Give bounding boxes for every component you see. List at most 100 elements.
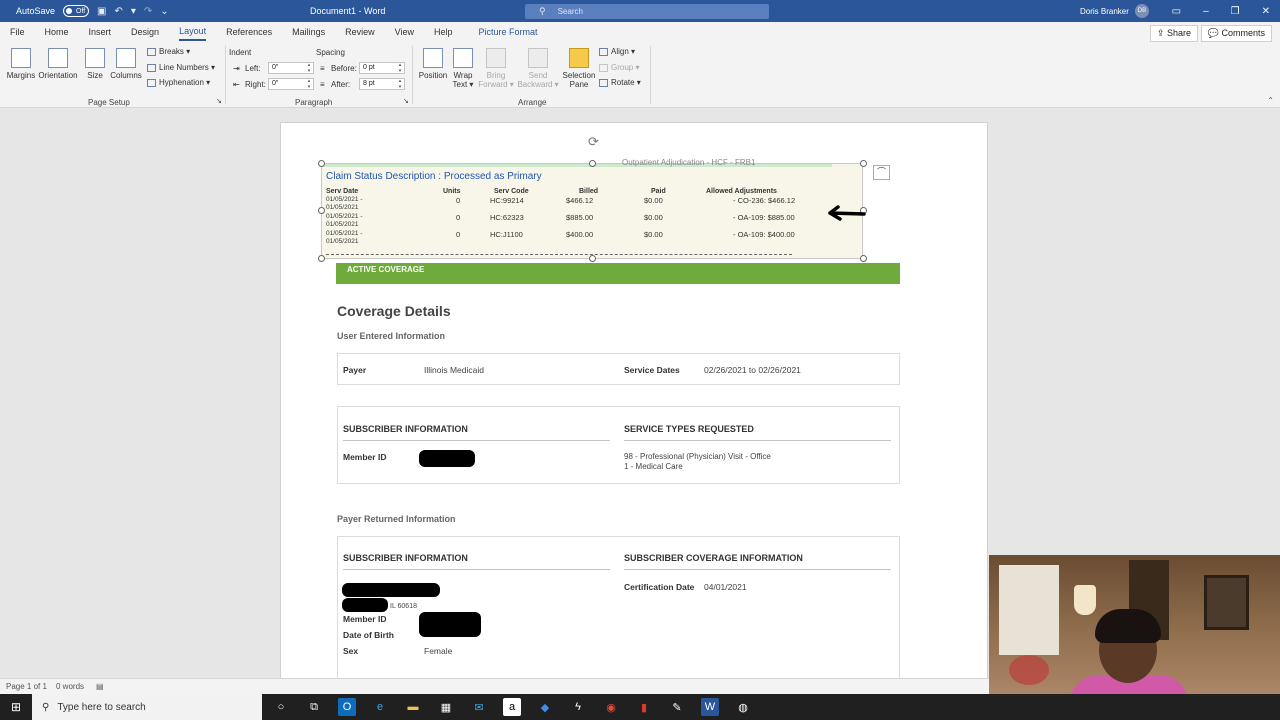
tab-review[interactable]: Review [345,24,375,40]
orientation-button[interactable]: Orientation [38,48,78,80]
redo-icon[interactable]: ↷ [144,6,152,17]
collapse-ribbon-icon[interactable]: ⌃ [1267,96,1274,105]
spacing-before-input[interactable]: 0 pt [359,62,405,74]
align-button[interactable]: Align ▾ [599,47,635,56]
service-dates-label: Service Dates [624,365,680,375]
acrobat-icon[interactable]: ▮ [635,698,653,716]
send-backward-button[interactable]: Send Backward ▾ [516,48,560,89]
resize-handle-bottom[interactable] [589,255,596,262]
tab-picture-format[interactable]: Picture Format [479,24,538,40]
autosave-label: AutoSave [16,6,56,16]
paragraph-launcher-icon[interactable]: ↘ [403,97,409,105]
bring-forward-button[interactable]: Bring Forward ▾ [477,48,515,89]
position-label: Position [418,71,448,80]
columns-button[interactable]: Columns [109,48,143,80]
indent-left-input[interactable]: 0" [268,62,314,74]
save-icon[interactable]: ▣ [97,6,106,17]
autosave-toggle[interactable]: Off [63,5,90,17]
windows-start-icon[interactable]: ⊞ [0,700,32,714]
tab-view[interactable]: View [395,24,414,40]
search-box[interactable]: ⚲ Search [525,4,769,19]
paint-icon[interactable]: ✎ [668,698,686,716]
claim-status-picture[interactable]: Outpatient Adjudication - HCF - FRB1 Cla… [321,158,863,259]
user-entered-heading: User Entered Information [337,331,446,341]
page-setup-launcher-icon[interactable]: ↘ [216,97,222,105]
margins-icon [11,48,31,68]
row3-date-from: 01/05/2021 - [326,230,363,237]
resize-handle-top-left[interactable] [318,160,325,167]
app-icon[interactable]: ϟ [569,698,587,716]
bring-forward-label-2: Forward [478,80,508,89]
hyphenation-button[interactable]: Hyphenation ▾ [147,78,210,87]
undo-dropdown-icon[interactable]: ▾ [131,6,136,17]
dropbox-icon[interactable]: ◆ [536,698,554,716]
tab-layout[interactable]: Layout [179,23,207,41]
cortana-icon[interactable]: ○ [272,698,290,716]
autosave-state: Off [76,7,86,15]
taskbar-search[interactable]: ⚲ Type here to search [32,694,262,720]
comments-button[interactable]: 💬 Comments [1200,25,1272,42]
resize-handle-left[interactable] [318,207,325,214]
resize-handle-bottom-right[interactable] [860,255,867,262]
resize-handle-top[interactable] [589,160,596,167]
minimize-icon[interactable]: – [1203,6,1209,17]
tab-help[interactable]: Help [434,24,453,40]
resize-handle-top-right[interactable] [860,160,867,167]
tab-mailings[interactable]: Mailings [292,24,325,40]
obs-icon[interactable]: ◍ [734,698,752,716]
coverage-details-heading: Coverage Details [337,303,451,319]
task-view-icon[interactable]: ⧉ [305,698,323,716]
tab-design[interactable]: Design [131,24,159,40]
rotate-handle-icon[interactable]: ⟳ [588,134,599,150]
restore-icon[interactable]: ❐ [1231,6,1240,17]
breaks-button[interactable]: Breaks ▾ [147,47,190,56]
line-numbers-button[interactable]: Line Numbers ▾ [147,63,215,72]
mail-icon[interactable]: ✉ [470,698,488,716]
word-count[interactable]: 0 words [56,682,84,691]
customize-qat-icon[interactable]: ⌄ [160,6,168,17]
tab-home[interactable]: Home [45,24,69,40]
resize-handle-bottom-left[interactable] [318,255,325,262]
close-icon[interactable]: ✕ [1262,6,1270,17]
size-button[interactable]: Size [84,48,106,80]
size-label: Size [87,71,103,80]
wrap-text-button[interactable]: Wrap Text ▾ [451,48,475,89]
store-icon[interactable]: ▦ [437,698,455,716]
margins-button[interactable]: Margins [6,48,36,80]
ribbon-display-options-icon[interactable]: ▭ [1172,6,1181,17]
word-taskbar-icon[interactable]: W [701,698,719,716]
row2-paid: $0.00 [644,213,663,222]
selection-pane-button[interactable]: Selection Pane [562,48,596,89]
share-button[interactable]: ⇪ Share [1149,25,1198,42]
tab-file[interactable]: File [10,24,25,40]
search-icon: ⚲ [539,6,546,16]
tab-references[interactable]: References [226,24,272,40]
row3-paid: $0.00 [644,230,663,239]
send-backward-icon [528,48,548,68]
chrome-icon[interactable]: ◉ [602,698,620,716]
margins-label: Margins [6,71,36,80]
undo-icon[interactable]: ↶ [114,6,122,17]
amazon-icon[interactable]: a [503,698,521,716]
picture-dashed-divider [326,254,792,255]
tab-insert[interactable]: Insert [89,24,112,40]
indent-right-input[interactable]: 0" [268,78,314,90]
file-explorer-icon[interactable]: ▬ [404,698,422,716]
page-count[interactable]: Page 1 of 1 [6,682,47,691]
title-bar: AutoSave Off ▣ ↶ ▾ ↷ ⌄ Document1 - Word … [0,0,1280,22]
spacing-after-input[interactable]: 8 pt [359,78,405,90]
group-button[interactable]: Group ▾ [599,63,639,72]
position-button[interactable]: Position [417,48,449,80]
indent-left-icon: ⇥ [233,64,240,73]
proofing-icon[interactable]: ▤ [96,682,104,691]
document-title: Document1 - Word [310,6,386,16]
col-header-serv-date: Serv Date [326,188,359,195]
layout-options-icon[interactable]: ⌒ [873,165,890,180]
user-account[interactable]: Doris Branker DB [1080,4,1149,18]
group-separator [412,46,413,104]
divider [343,440,610,441]
taskbar-search-placeholder: Type here to search [57,701,146,713]
rotate-button[interactable]: Rotate ▾ [599,78,641,87]
edge-icon[interactable]: e [371,698,389,716]
outlook-icon[interactable]: O [338,698,356,716]
